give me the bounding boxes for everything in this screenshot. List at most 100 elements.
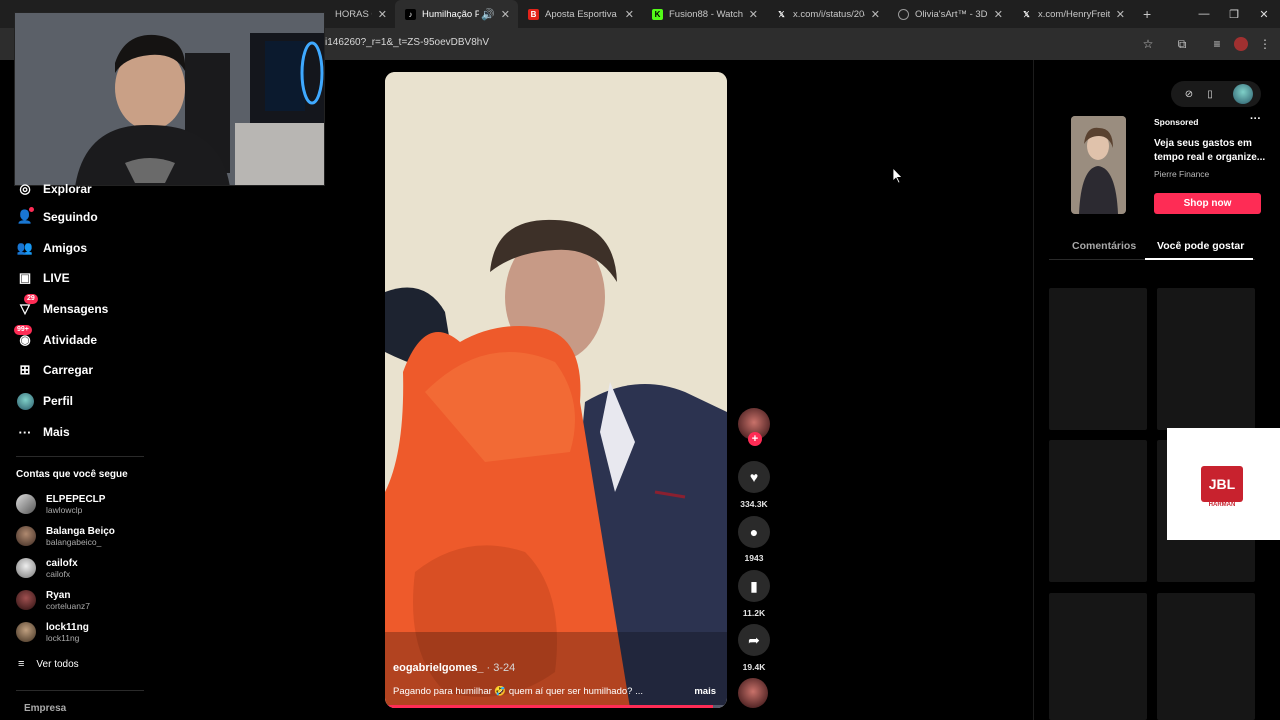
close-tab-icon[interactable]: ✕ bbox=[625, 8, 634, 21]
followed-account[interactable]: ELPEPECLP lawlowclp bbox=[16, 490, 105, 518]
close-window-icon[interactable]: ✕ bbox=[1248, 0, 1280, 28]
active-tab-indicator bbox=[1145, 258, 1253, 260]
new-tab-button[interactable]: + bbox=[1133, 0, 1163, 28]
x-icon: 𝕏 bbox=[778, 9, 785, 19]
nav-explorar[interactable]: ◎ Explorar bbox=[16, 178, 91, 200]
video-username[interactable]: eogabrielgomes_ bbox=[393, 662, 483, 674]
tab-horas[interactable]: HORAS COM ✕ bbox=[325, 0, 395, 28]
recommended-thumbnail[interactable] bbox=[1049, 440, 1147, 582]
tab-tiktok-active[interactable]: ♪ Humilhação Pag 🔊 ✕ bbox=[395, 0, 518, 28]
followed-account[interactable]: lock11ng lock11ng bbox=[16, 618, 89, 646]
recommended-thumbnail[interactable] bbox=[1157, 288, 1255, 430]
tab-fusion88[interactable]: K Fusion88 - Watch cl ✕ bbox=[642, 0, 766, 28]
followed-account[interactable]: Ryan corteluanz7 bbox=[16, 586, 90, 614]
like-button[interactable]: ♥ bbox=[738, 461, 770, 493]
media-control-icon[interactable]: ≡ bbox=[1209, 36, 1225, 52]
nav-mais[interactable]: ··· Mais bbox=[16, 421, 70, 443]
avatar bbox=[16, 526, 36, 546]
restore-icon[interactable]: ❐ bbox=[1218, 0, 1250, 28]
kick-icon: K bbox=[652, 8, 663, 20]
tab-title: x.com/i/status/20474 bbox=[793, 8, 865, 20]
webcam-scene bbox=[15, 13, 324, 185]
video-progress[interactable] bbox=[385, 705, 727, 708]
nav-perfil[interactable]: Perfil bbox=[16, 390, 73, 412]
recommended-thumbnail[interactable] bbox=[1049, 288, 1147, 430]
avatar bbox=[16, 558, 36, 578]
browser-menu-icon[interactable]: ⋮ bbox=[1257, 36, 1273, 52]
tab-x-henry[interactable]: 𝕏 x.com/HenryFreitas1 ✕ bbox=[1011, 0, 1133, 28]
more-icon: ··· bbox=[18, 424, 32, 440]
video-date: · 3-24 bbox=[483, 662, 516, 674]
nav-label: Mensagens bbox=[43, 302, 109, 316]
compass-small-icon[interactable]: ⊘ bbox=[1181, 86, 1197, 102]
caption-more-button[interactable]: mais bbox=[694, 686, 716, 697]
tab-title: Humilhação Pag bbox=[422, 8, 480, 20]
shop-now-button[interactable]: Shop now bbox=[1154, 193, 1261, 214]
tab-olivia[interactable]: Olivia'sArt™ - 3D LED ✕ bbox=[888, 0, 1011, 28]
video-progress-fill bbox=[385, 705, 714, 708]
account-name: Balanga Beiço bbox=[46, 525, 115, 537]
close-tab-icon[interactable]: ✕ bbox=[1116, 8, 1125, 21]
nav-label: LIVE bbox=[43, 271, 70, 285]
account-name: cailofx bbox=[46, 557, 78, 569]
followed-account[interactable]: Balanga Beiço balangabeico_ bbox=[16, 522, 115, 550]
comment-button[interactable]: ● bbox=[738, 516, 770, 548]
bookmark-star-icon[interactable]: ☆ bbox=[1140, 36, 1156, 52]
profile-avatar-icon[interactable] bbox=[1233, 36, 1249, 52]
tab-comentarios[interactable]: Comentários bbox=[1072, 240, 1136, 252]
tab-title: x.com/HenryFreitas1 bbox=[1038, 8, 1110, 20]
minimize-icon[interactable]: — bbox=[1188, 0, 1220, 28]
share-button[interactable]: ➦ bbox=[738, 624, 770, 656]
tiktok-icon: ♪ bbox=[405, 8, 416, 20]
account-user: corteluanz7 bbox=[46, 600, 90, 611]
nav-live[interactable]: ▣ LIVE bbox=[16, 267, 70, 289]
user-avatar[interactable] bbox=[1233, 84, 1253, 104]
close-tab-icon[interactable]: ✕ bbox=[994, 8, 1003, 21]
followed-account[interactable]: cailofx cailofx bbox=[16, 554, 78, 582]
nav-label: Mais bbox=[43, 425, 70, 439]
jbl-logo: JBL bbox=[1201, 466, 1243, 502]
jbl-overlay: JBL HARMAN bbox=[1167, 428, 1280, 540]
video-author[interactable]: eogabrielgomes_ · 3-24 bbox=[393, 662, 515, 674]
music-disc-avatar[interactable] bbox=[738, 678, 768, 708]
tab-voce-pode-gostar[interactable]: Você pode gostar bbox=[1157, 240, 1244, 252]
tab-title: Fusion88 - Watch cl bbox=[669, 8, 743, 20]
nav-mensagens[interactable]: ▽ 29 Mensagens bbox=[16, 294, 109, 320]
close-tab-icon[interactable]: ✕ bbox=[501, 8, 510, 21]
nav-carregar[interactable]: ⊞ Carregar bbox=[16, 359, 93, 381]
ad-image[interactable] bbox=[1071, 116, 1126, 214]
recommended-thumbnail[interactable] bbox=[1157, 593, 1255, 720]
comment-count: 1943 bbox=[744, 553, 764, 563]
tab-aposta[interactable]: B Aposta Esportiva - Ca ✕ bbox=[518, 0, 642, 28]
ad-image-person bbox=[1071, 116, 1126, 214]
friends-icon: 👥 bbox=[16, 240, 34, 255]
extensions-icon[interactable]: ⧉ bbox=[1174, 36, 1190, 52]
close-tab-icon[interactable]: ✕ bbox=[749, 8, 758, 21]
ad-options-icon[interactable]: ··· bbox=[1250, 113, 1261, 125]
follow-plus-icon[interactable]: + bbox=[748, 432, 762, 446]
phone-icon[interactable]: ▯ bbox=[1202, 86, 1218, 102]
nav-atividade[interactable]: ◉ 99+ Atividade bbox=[14, 325, 97, 351]
close-tab-icon[interactable]: ✕ bbox=[378, 8, 387, 21]
video-player[interactable]: eogabrielgomes_ · 3-24 Pagando para humi… bbox=[385, 72, 727, 708]
messages-badge: 29 bbox=[24, 294, 38, 304]
list-icon: ≡ bbox=[18, 658, 25, 670]
tab-x-status[interactable]: 𝕏 x.com/i/status/20474 ✕ bbox=[766, 0, 888, 28]
company-link[interactable]: Empresa bbox=[24, 703, 66, 714]
save-button[interactable]: ▮ bbox=[738, 570, 770, 602]
recommended-thumbnail[interactable] bbox=[1049, 593, 1147, 720]
sponsored-label: Sponsored bbox=[1154, 117, 1199, 127]
nav-label: Seguindo bbox=[43, 210, 98, 224]
upload-icon: ⊞ bbox=[19, 362, 31, 377]
url-field[interactable]: i146260?_r=1&_t=ZS-95oevDBV8hV bbox=[325, 37, 489, 48]
see-all-button[interactable]: ≡ Ver todos bbox=[18, 658, 79, 670]
following-icon: 👤 bbox=[16, 207, 34, 224]
ad-title[interactable]: Veja seus gastos em tempo real e organiz… bbox=[1154, 137, 1266, 165]
close-tab-icon[interactable]: ✕ bbox=[871, 8, 880, 21]
tab-title: HORAS COM bbox=[335, 8, 372, 20]
speaker-icon[interactable]: 🔊 bbox=[481, 8, 495, 21]
nav-seguindo[interactable]: 👤 Seguindo bbox=[16, 206, 98, 228]
nav-amigos[interactable]: 👥 Amigos bbox=[16, 237, 87, 259]
compass-icon: ◎ bbox=[19, 181, 31, 196]
account-user: lock11ng bbox=[46, 632, 80, 643]
